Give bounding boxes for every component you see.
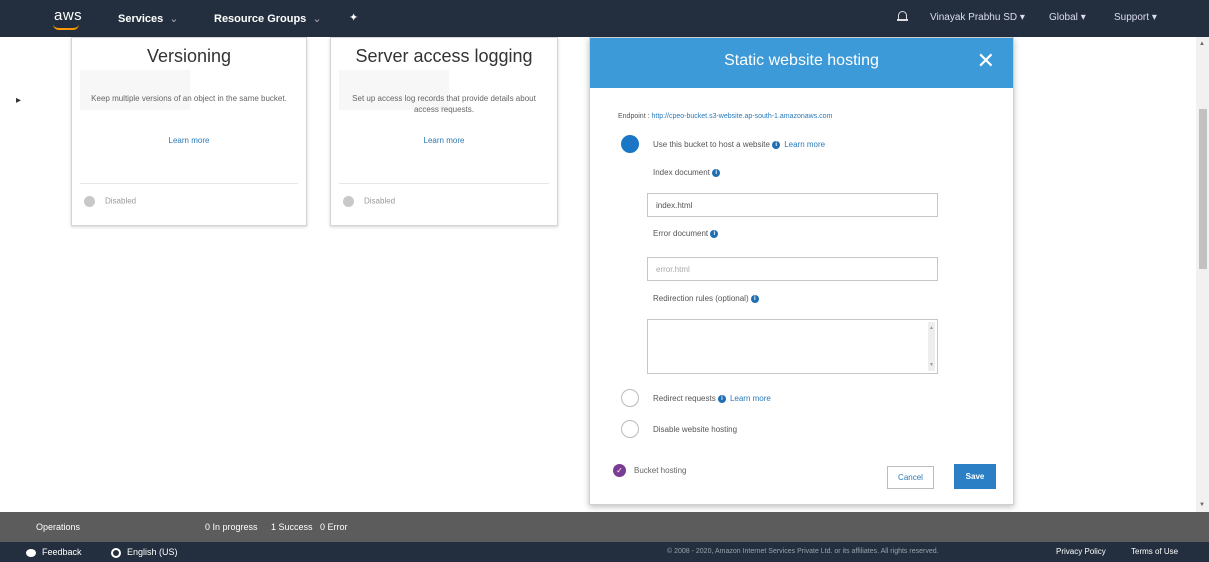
server-access-logging-card[interactable]: Server access logging Set up access log … [330,37,558,226]
feedback-link[interactable]: Feedback [26,547,82,557]
endpoint-label: Endpoint : [618,113,650,120]
info-icon[interactable]: i [710,229,719,238]
dialog-title: Static website hosting [724,52,879,69]
cancel-button[interactable]: Cancel [887,466,934,489]
card-description: Set up access log records that provide d… [352,94,536,114]
textarea-scrollbar[interactable]: ▲ ▼ [928,322,935,371]
status-dot-icon [343,196,354,207]
aws-logo[interactable]: aws [54,7,82,24]
learn-more-link[interactable]: Learn more [331,136,557,145]
privacy-policy-link[interactable]: Privacy Policy [1056,547,1106,556]
operations-bar[interactable]: Operations 0 In progress 1 Success 0 Err… [0,512,1209,542]
divider [339,183,549,184]
host-website-option[interactable]: Use this bucket to host a website i Learn… [653,140,825,149]
disable-hosting-label[interactable]: Disable website hosting [653,425,737,434]
chevron-down-icon: ▾ [1151,12,1157,23]
redirection-rules-textarea[interactable]: ▲ ▼ [647,319,938,374]
error-document-input[interactable]: error.html [647,257,938,281]
close-icon[interactable]: ✕ [977,48,995,74]
error-count[interactable]: 0 Error [320,522,348,532]
card-description: Keep multiple versions of an object in t… [91,94,287,103]
versioning-card[interactable]: Versioning Keep multiple versions of an … [71,37,307,226]
region-label: Global [1049,12,1078,23]
footer: Feedback English (US) © 2008 - 2020, Ama… [0,542,1209,562]
save-button[interactable]: Save [954,464,996,489]
page-scrollbar[interactable]: ▲ ▼ [1196,37,1209,512]
host-website-radio[interactable] [621,135,639,153]
card-title: Versioning [146,46,232,66]
learn-more-link[interactable]: Learn more [784,140,825,149]
chevron-down-icon: ⌄ [312,13,322,25]
error-document-label: Error document i [653,229,719,238]
status-dot-icon [84,196,95,207]
disable-hosting-radio[interactable] [621,420,639,438]
feedback-label: Feedback [42,547,82,557]
language-label: English (US) [127,547,178,557]
info-icon[interactable]: i [772,140,781,149]
redirection-rules-label: Redirection rules (optional) i [653,294,759,303]
dialog-header: Static website hosting ✕ [590,38,1013,88]
divider [80,183,298,184]
user-label: Vinayak Prabhu SD [930,12,1018,23]
info-icon[interactable]: i [717,394,726,403]
chevron-down-icon: ▾ [1019,12,1025,23]
index-document-label: Index document i [653,168,721,177]
language-selector[interactable]: English (US) [111,547,178,558]
static-website-hosting-dialog: Static website hosting ✕ Endpoint : http… [589,37,1014,505]
aws-logo-smile-icon [53,24,79,30]
endpoint-text: Endpoint : http://cpeo-bucket.s3-website… [618,113,832,120]
region-menu[interactable]: Global ▾ [1049,12,1086,23]
terms-of-use-link[interactable]: Terms of Use [1131,547,1178,556]
index-document-input[interactable]: index.html [647,193,938,217]
globe-icon [111,547,121,558]
redirect-requests-radio[interactable] [621,389,639,407]
in-progress-count[interactable]: 0 In progress [205,522,258,532]
card-shadow [80,70,190,110]
speech-bubble-icon [26,548,36,557]
bell-icon[interactable] [897,10,908,23]
success-count[interactable]: 1 Success [271,522,313,532]
services-menu[interactable]: Services ⌄ [118,12,178,25]
redirect-requests-label: Redirect requests [653,394,716,403]
info-icon[interactable]: i [750,294,759,303]
host-website-label: Use this bucket to host a website [653,140,770,149]
redirect-requests-option[interactable]: Redirect requests i Learn more [653,394,771,403]
check-circle-icon: ✓ [613,464,626,477]
status-indicator: Disabled [343,196,395,207]
top-navigation-bar: aws Services ⌄ Resource Groups ⌄ ✦ Vinayak… [0,0,1209,37]
chevron-down-icon: ⌄ [169,13,179,25]
status-label: Disabled [105,196,137,206]
support-menu[interactable]: Support ▾ [1114,12,1157,23]
info-icon[interactable]: i [712,168,721,177]
scrollbar-thumb[interactable] [1199,109,1207,269]
resource-groups-label: Resource Groups [214,13,307,25]
operations-label[interactable]: Operations [36,522,80,532]
support-label: Support [1114,12,1150,23]
card-title: Server access logging [355,46,533,66]
copyright-text: © 2008 - 2020, Amazon Internet Services … [667,548,939,555]
learn-more-link[interactable]: Learn more [72,136,306,145]
learn-more-link[interactable]: Learn more [730,394,771,403]
expand-sidebar-arrow-icon[interactable]: ▸ [16,95,21,106]
user-menu[interactable]: Vinayak Prabhu SD ▾ [930,12,1025,23]
status-label: Disabled [364,196,396,206]
resource-groups-menu[interactable]: Resource Groups ⌄ [214,12,322,25]
pin-icon[interactable]: ✦ [349,11,358,24]
services-label: Services [118,13,164,25]
bucket-hosting-status: Bucket hosting [634,466,687,475]
endpoint-url-link[interactable]: http://cpeo-bucket.s3-website.ap-south-1… [651,113,832,120]
chevron-down-icon: ▾ [1080,12,1086,23]
scroll-up-arrow-icon[interactable]: ▲ [1199,41,1205,47]
scroll-down-arrow-icon[interactable]: ▼ [1199,502,1205,508]
status-indicator: Disabled [84,196,136,207]
